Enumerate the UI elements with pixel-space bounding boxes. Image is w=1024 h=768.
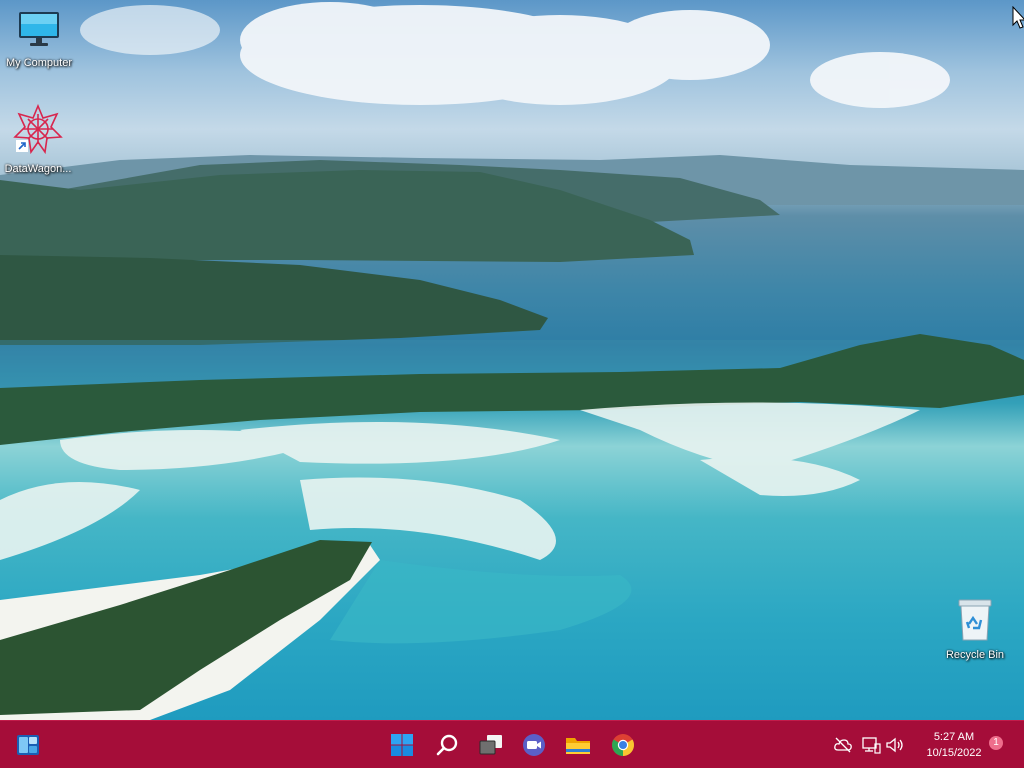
wallpaper-landscape [0, 2, 1024, 720]
search-button[interactable] [431, 729, 463, 761]
widgets-button[interactable] [12, 729, 44, 761]
desktop-icon-my-computer[interactable]: My Computer [1, 10, 77, 70]
monitor-icon [19, 12, 59, 46]
start-button[interactable] [386, 729, 418, 761]
clock-date: 10/15/2022 [926, 747, 982, 759]
chat-camera-icon [523, 734, 545, 756]
desktop-icon-label: DataWagon... [4, 163, 72, 175]
chrome-button[interactable] [607, 729, 639, 761]
chrome-icon [612, 734, 634, 756]
desktop-icon-datawagon[interactable]: DataWagon... [0, 103, 76, 176]
task-view-icon [479, 735, 502, 755]
desktop-icon-recycle-bin[interactable]: Recycle Bin [937, 596, 1013, 662]
chat-button[interactable] [518, 729, 550, 761]
file-explorer-button[interactable] [562, 729, 594, 761]
clock-time: 5:27 AM [933, 731, 975, 743]
mouse-cursor-icon [1012, 6, 1024, 29]
desktop-wallpaper: My Computer DataWagon... Recycle Bin [0, 0, 1024, 720]
taskbar: 5:27 AM 10/15/2022 [0, 720, 1024, 768]
datawagon-shortcut-icon [13, 103, 63, 155]
volume-icon[interactable] [885, 735, 905, 755]
taskbar-clock[interactable]: 5:27 AM 10/15/2022 [912, 729, 996, 761]
search-icon [436, 734, 458, 756]
folder-icon [566, 738, 590, 754]
recycle-bin-icon [958, 599, 992, 641]
widgets-icon [17, 735, 39, 755]
desktop-icon-label: My Computer [5, 57, 73, 69]
task-view-button[interactable] [475, 729, 507, 761]
windows-start-icon [391, 734, 413, 756]
desktop-icon-label: Recycle Bin [945, 649, 1005, 661]
cloud-offline-icon[interactable] [833, 735, 853, 755]
network-icon[interactable] [861, 735, 881, 755]
notification-badge[interactable]: 1 [989, 736, 1003, 750]
